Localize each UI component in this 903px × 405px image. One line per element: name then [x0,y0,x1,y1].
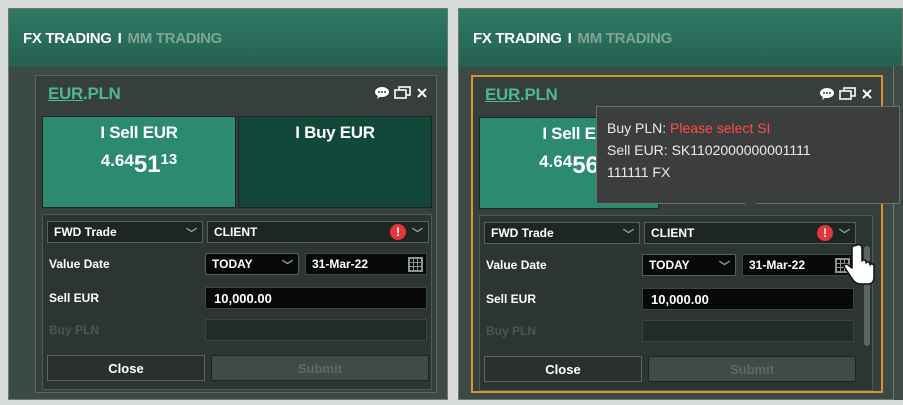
trade-widget: EUR.PLN I Sell EUR 4.645113 I Buy EUR FW… [35,75,437,393]
sell-rate: 4.645113 [43,145,235,178]
tooltip-line-sell: Sell EUR: SK1102000000001111 [607,142,811,158]
tenor-value: TODAY [212,257,253,271]
tooltip-arrow [745,203,757,210]
sell-rate-big: 56 [572,152,599,179]
date-value: 31-Mar-22 [749,258,806,272]
submit-button[interactable]: Submit [648,356,856,382]
buy-price-button[interactable]: I Buy EUR [238,116,432,208]
sell-amount-label: Sell EUR [49,291,100,305]
sell-rate-prefix: 4.64 [100,151,134,170]
chevron-down-icon: ﹀ [839,229,850,241]
tab-fx-trading[interactable]: FX TRADING [23,30,112,47]
validation-tooltip: Buy PLN: Please select SI Sell EUR: SK11… [596,106,900,204]
tooltip-line-buy: Buy PLN: Please select SI [607,117,899,139]
value-date-row: Value Date TODAY ﹀ 31-Mar-22 [480,254,854,276]
tenor-value: TODAY [649,258,690,272]
action-row: Close Submit [480,356,856,382]
close-icon[interactable] [861,88,873,100]
sell-amount-input[interactable]: 10,000.00 [205,287,427,309]
trading-nav: FX TRADING I MM TRADING [9,9,447,67]
tab-mm-trading[interactable]: MM TRADING [128,30,223,47]
trade-type-value: FWD Trade [491,226,554,240]
tooltip-line-si: 111111 FX [607,164,671,180]
popout-icon[interactable] [394,86,412,100]
price-tiles: I Sell EUR 4.645113 I Buy EUR [42,116,432,208]
base-currency[interactable]: EUR [48,84,83,103]
buy-amount-row: Buy PLN [43,319,427,341]
widget-actions [819,87,873,101]
trade-type-row: FWD Trade ﹀ CLIENT ! ﹀ [480,222,856,244]
fx-panel-left: FX TRADING I MM TRADING EUR.PLN I Sell E… [8,8,448,400]
trading-nav: FX TRADING I MM TRADING [459,9,902,67]
alert-icon[interactable]: ! [817,225,833,241]
base-currency[interactable]: EUR [485,85,520,104]
sell-amount-row: Sell EUR 10,000.00 [480,288,854,310]
tooltip-error: Please select SI [670,120,771,136]
chevron-down-icon: ﹀ [719,261,730,273]
value-date-row: Value Date TODAY ﹀ 31-Mar-22 [43,253,427,275]
date-field[interactable]: 31-Mar-22 [305,253,427,275]
calendar-icon[interactable] [408,257,423,272]
sell-amount-input[interactable]: 10,000.00 [642,288,854,310]
trade-type-value: FWD Trade [54,225,117,239]
chevron-down-icon: ﹀ [412,228,423,240]
tooltip-buy-label: Buy PLN: [607,120,671,136]
close-button[interactable]: Close [47,355,205,381]
sell-amount-row: Sell EUR 10,000.00 [43,287,427,309]
buy-amount-label: Buy PLN [49,323,100,337]
mouse-cursor-icon [842,243,876,291]
tab-fx-trading[interactable]: FX TRADING [473,30,562,47]
chevron-down-icon: ﹀ [282,260,293,272]
submit-button[interactable]: Submit [211,355,429,381]
widget-actions [374,86,428,100]
trade-form: FWD Trade ﹀ CLIENT ! ﹀ Value Date TODAY … [42,214,432,390]
quote-currency: PLN [87,84,121,103]
trade-type-select[interactable]: FWD Trade ﹀ [47,221,203,243]
date-field[interactable]: 31-Mar-22 [742,254,854,276]
tab-mm-trading[interactable]: MM TRADING [578,30,673,47]
nav-separator: I [117,29,122,47]
sell-price-button[interactable]: I Sell EUR 4.645113 [42,116,236,208]
trade-type-row: FWD Trade ﹀ CLIENT ! ﹀ [43,221,429,243]
sell-rate-big: 51 [133,151,161,178]
action-row: Close Submit [43,355,429,381]
close-button[interactable]: Close [484,356,642,382]
tenor-select[interactable]: TODAY ﹀ [642,254,736,276]
value-date-label: Value Date [49,257,110,271]
currency-pair-title[interactable]: EUR.PLN [48,84,121,104]
buy-amount-row: Buy PLN [480,320,854,342]
account-select[interactable]: CLIENT ! ﹀ [644,222,856,244]
sell-rate-pips: 13 [160,151,178,168]
fx-panel-right: FX TRADING I MM TRADING EUR.PLN I Sell E… [458,8,903,400]
sell-rate-prefix: 4.64 [539,152,573,171]
close-icon[interactable] [416,87,428,99]
tenor-select[interactable]: TODAY ﹀ [205,253,299,275]
sell-label: I Sell EUR [100,123,178,142]
date-value: 31-Mar-22 [312,257,369,271]
chat-icon[interactable] [374,86,390,100]
sell-amount-label: Sell EUR [486,292,537,306]
currency-pair-title[interactable]: EUR.PLN [485,85,558,105]
buy-label: I Buy EUR [295,123,375,142]
account-value: CLIENT [214,225,258,239]
buy-amount-input[interactable] [205,319,427,341]
alert-icon[interactable]: ! [390,224,406,240]
buy-amount-label: Buy PLN [486,324,537,338]
account-value: CLIENT [651,226,695,240]
chevron-down-icon: ﹀ [186,228,197,240]
chevron-down-icon: ﹀ [623,229,634,241]
value-date-label: Value Date [486,258,547,272]
account-select[interactable]: CLIENT ! ﹀ [207,221,429,243]
chat-icon[interactable] [819,87,835,101]
trade-type-select[interactable]: FWD Trade ﹀ [484,222,640,244]
trade-form: FWD Trade ﹀ CLIENT ! ﹀ Value Date TODAY … [479,215,873,391]
nav-separator: I [567,29,572,47]
buy-amount-input[interactable] [642,320,854,342]
quote-currency: PLN [524,85,558,104]
popout-icon[interactable] [839,87,857,101]
